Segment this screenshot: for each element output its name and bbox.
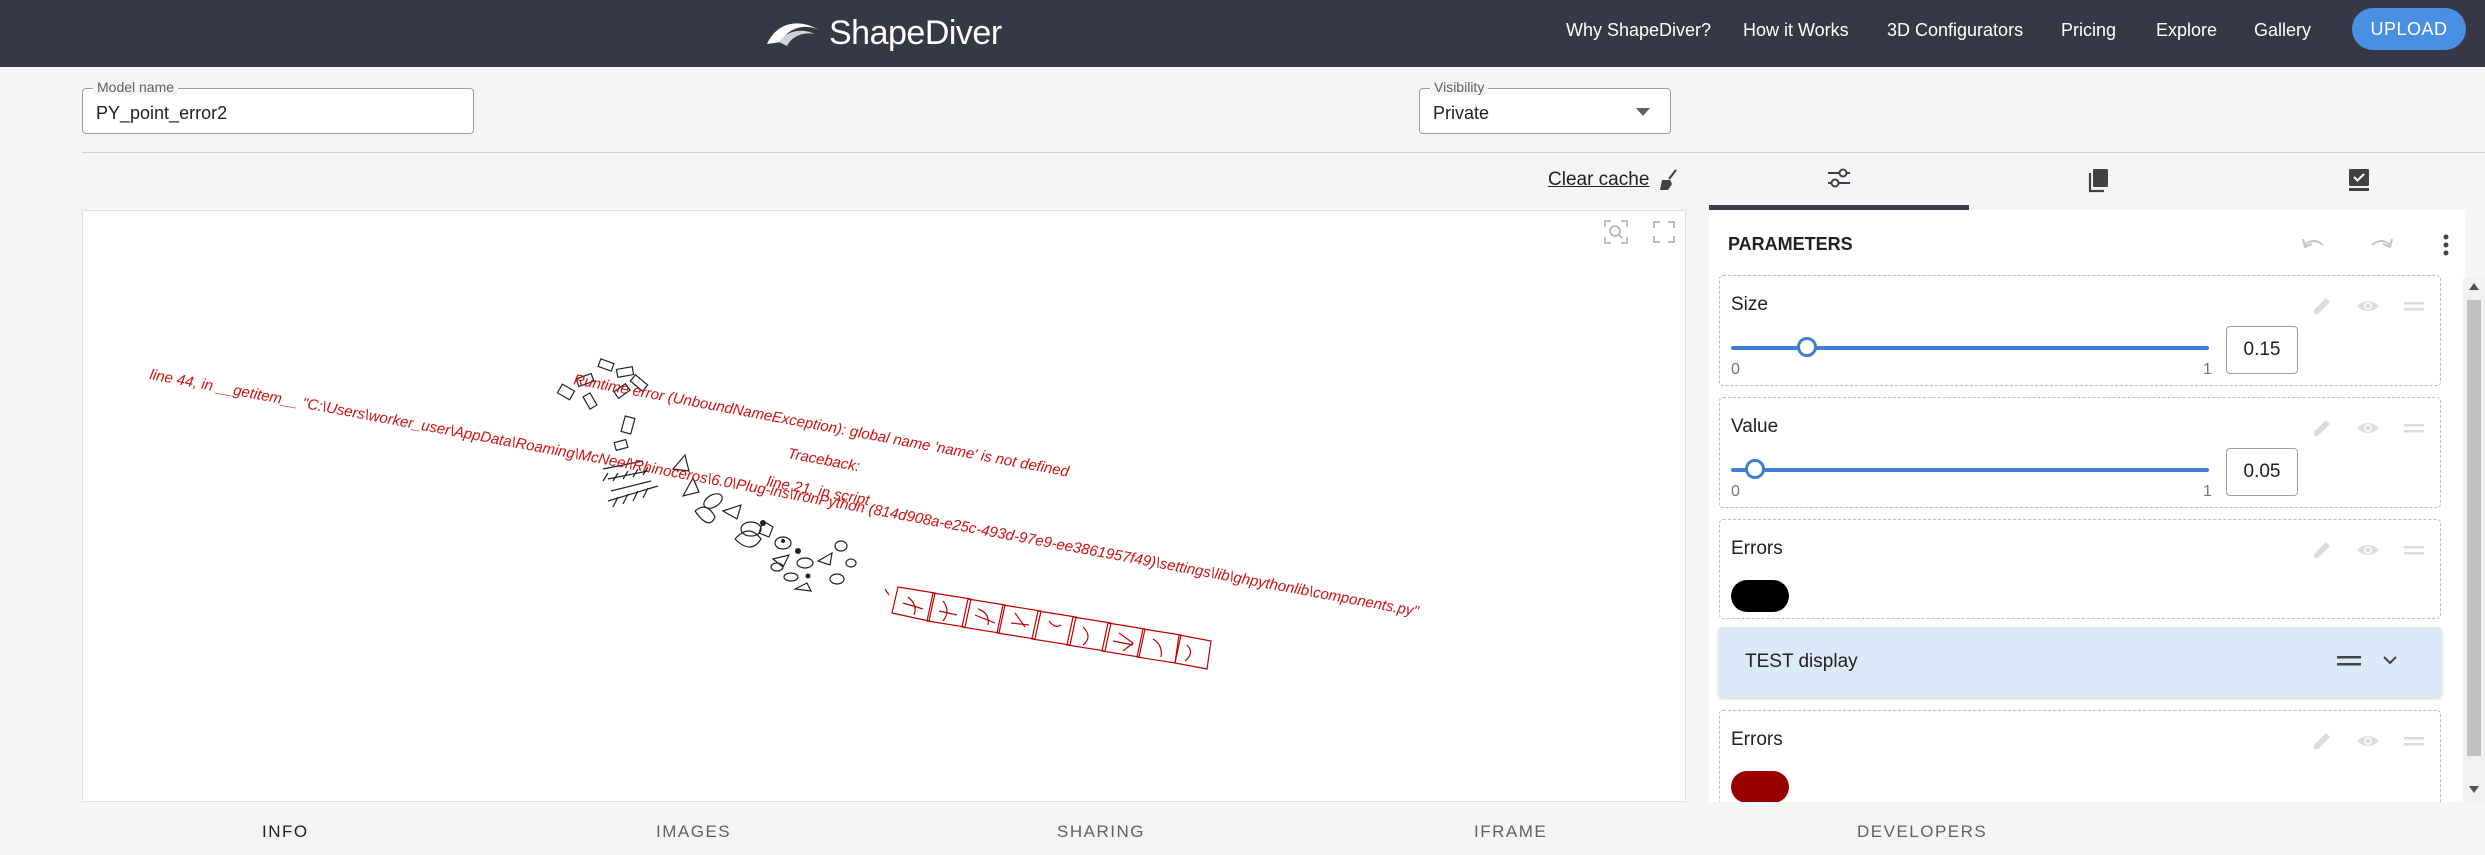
visibility-value: Private xyxy=(1433,103,1490,123)
group-test-display[interactable]: TEST display xyxy=(1718,627,2442,697)
model-name-field[interactable]: Model name PY_point_error2 xyxy=(82,79,474,134)
tab-exports[interactable] xyxy=(1969,150,2229,210)
nav-3d-configurators[interactable]: 3D Configurators xyxy=(1887,19,2023,41)
redo-button[interactable] xyxy=(2366,230,2396,260)
tab-developers[interactable]: DEVELOPERS xyxy=(1857,822,1987,842)
redo-icon xyxy=(2371,238,2393,249)
color-swatch-red[interactable] xyxy=(1731,771,1789,802)
visibility-icon[interactable] xyxy=(2356,538,2380,562)
tab-iframe[interactable]: IFRAME xyxy=(1474,822,1547,842)
value-min: 0 xyxy=(1731,483,1740,500)
panel-scrollbar[interactable] xyxy=(2463,278,2485,802)
dropdown-arrow-icon xyxy=(1636,108,1650,116)
shapediver-logo[interactable]: ShapeDiver xyxy=(763,10,1002,56)
visibility-icon[interactable] xyxy=(2356,294,2380,318)
param-value-label: Value xyxy=(1731,416,1779,437)
value-slider-thumb[interactable] xyxy=(1745,459,1765,479)
drag-handle-icon[interactable] xyxy=(2402,294,2426,318)
logo-icon xyxy=(767,23,819,46)
visibility-icon[interactable] xyxy=(2356,729,2380,753)
tab-images[interactable]: IMAGES xyxy=(656,822,731,842)
value-input[interactable]: 0.05 xyxy=(2226,448,2298,496)
drag-handle-icon[interactable] xyxy=(2402,538,2426,562)
param-size-label: Size xyxy=(1731,294,1768,315)
bottom-tabs: INFO IMAGES SHARING IFRAME DEVELOPERS xyxy=(82,802,2485,855)
model-geometry: line 44, in __getitem__ "C:\Users\worker… xyxy=(148,358,1421,670)
value-slider-track[interactable] xyxy=(1731,468,2209,472)
scroll-down-icon[interactable] xyxy=(2469,786,2479,794)
visibility-select[interactable]: Visibility Private xyxy=(1419,79,1671,134)
error-geometry-strip xyxy=(884,586,1212,670)
param-value: Value 0 1 0.05 xyxy=(1719,397,2441,508)
visibility-icon[interactable] xyxy=(2356,416,2380,440)
errors-label: Errors xyxy=(1731,538,1783,559)
tab-parameters[interactable] xyxy=(1709,150,1969,210)
parameters-panel: PARAMETERS Size 0 1 0.15 Value 0 1 0.05 … xyxy=(1709,210,2465,802)
size-max: 1 xyxy=(2203,361,2212,378)
scroll-up-icon[interactable] xyxy=(2469,282,2479,290)
nav-pricing[interactable]: Pricing xyxy=(2061,19,2116,41)
edit-icon[interactable] xyxy=(2310,538,2334,562)
edit-icon[interactable] xyxy=(2310,729,2334,753)
clear-cache-label: Clear cache xyxy=(1548,169,1650,190)
param-size: Size 0 1 0.15 xyxy=(1719,275,2441,386)
edit-icon[interactable] xyxy=(2310,416,2334,440)
param-errors-black: Errors xyxy=(1719,519,2441,619)
upload-button[interactable]: UPLOAD xyxy=(2352,8,2466,50)
panel-title: PARAMETERS xyxy=(1728,234,1853,254)
drag-handle-icon[interactable] xyxy=(2402,416,2426,440)
nav-how-it-works[interactable]: How it Works xyxy=(1743,19,1849,41)
drag-handle-icon[interactable] xyxy=(2402,729,2426,753)
drag-handle-icon[interactable] xyxy=(2337,653,2361,669)
clear-cache-button[interactable]: Clear cache xyxy=(1548,168,1681,192)
more-vert-icon xyxy=(2443,234,2449,256)
edit-icon[interactable] xyxy=(2310,294,2334,318)
traceback-text: Traceback: xyxy=(786,445,861,475)
tab-sharing[interactable]: SHARING xyxy=(1057,822,1145,842)
chevron-down-icon[interactable] xyxy=(2382,654,2398,666)
errors-label: Errors xyxy=(1731,729,1783,750)
model-name-label: Model name xyxy=(93,79,179,95)
broom-icon xyxy=(1660,169,1678,190)
3d-viewer[interactable]: line 44, in __getitem__ "C:\Users\worker… xyxy=(82,210,1686,802)
tab-info[interactable]: INFO xyxy=(262,822,309,842)
more-menu-button[interactable] xyxy=(2431,230,2461,260)
param-errors-red: Errors xyxy=(1719,710,2441,802)
brand-name: ShapeDiver xyxy=(829,13,1002,52)
tab-checklist[interactable] xyxy=(2229,150,2485,210)
sliders-icon xyxy=(1828,168,1850,187)
top-nav: ShapeDiver Why ShapeDiver? How it Works … xyxy=(0,0,2485,67)
undo-button[interactable] xyxy=(2299,230,2329,260)
model-name-value: PY_point_error2 xyxy=(96,103,228,123)
size-slider-thumb[interactable] xyxy=(1797,337,1817,357)
visibility-label: Visibility xyxy=(1430,79,1489,95)
scroll-thumb[interactable] xyxy=(2467,300,2481,756)
checklist-icon xyxy=(2349,169,2369,191)
size-input[interactable]: 0.15 xyxy=(2226,326,2298,374)
copy-icon xyxy=(2088,169,2108,193)
nav-gallery[interactable]: Gallery xyxy=(2254,19,2311,41)
undo-icon xyxy=(2302,238,2324,249)
nav-why-shapediver[interactable]: Why ShapeDiver? xyxy=(1566,19,1711,41)
size-min: 0 xyxy=(1731,361,1740,378)
group-label: TEST display xyxy=(1745,651,1858,672)
value-max: 1 xyxy=(2203,483,2212,500)
nav-explore[interactable]: Explore xyxy=(2156,19,2217,41)
color-swatch-black[interactable] xyxy=(1731,580,1789,612)
